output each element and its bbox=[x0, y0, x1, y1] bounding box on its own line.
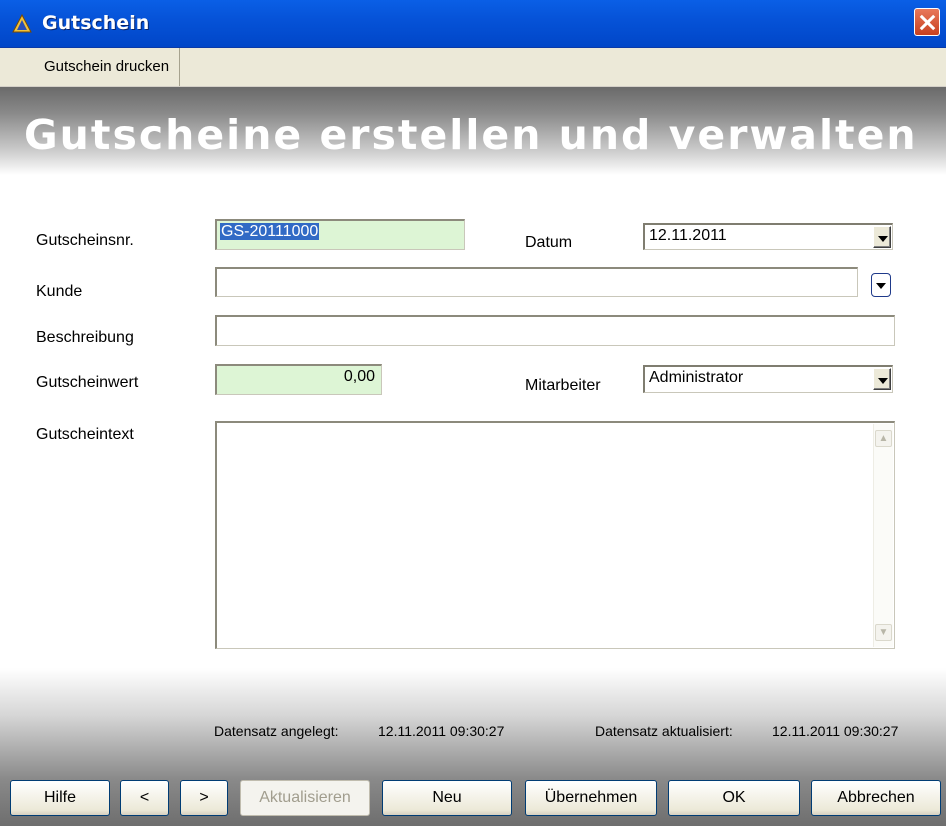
kunde-label: Kunde bbox=[36, 283, 83, 300]
help-button[interactable]: Hilfe bbox=[10, 780, 110, 816]
page-header: Gutscheine erstellen und verwalten bbox=[0, 87, 946, 175]
ok-button[interactable]: OK bbox=[668, 780, 800, 816]
gutscheinsnr-field[interactable]: GS-20111000 bbox=[215, 219, 465, 250]
updated-label: Datensatz aktualisiert: bbox=[595, 723, 733, 739]
next-button[interactable]: > bbox=[180, 780, 228, 816]
vertical-scrollbar[interactable]: ▲ ▼ bbox=[873, 424, 893, 647]
page-title: Gutscheine erstellen und verwalten bbox=[24, 111, 918, 159]
gutscheinsnr-value: GS-20111000 bbox=[220, 223, 320, 240]
previous-button[interactable]: < bbox=[120, 780, 169, 816]
mitarbeiter-label: Mitarbeiter bbox=[525, 377, 601, 394]
menu-bar: Gutschein drucken bbox=[0, 48, 946, 87]
chevron-down-icon bbox=[878, 378, 888, 384]
beschreibung-label: Beschreibung bbox=[36, 329, 134, 346]
datum-dropdown-arrow[interactable] bbox=[873, 226, 891, 248]
new-button[interactable]: Neu bbox=[382, 780, 512, 816]
gutscheinwert-label: Gutscheinwert bbox=[36, 374, 139, 391]
gutscheinsnr-label: Gutscheinsnr. bbox=[36, 232, 134, 249]
gutscheinwert-field[interactable]: 0,00 bbox=[215, 364, 382, 395]
scroll-down-icon[interactable]: ▼ bbox=[875, 624, 892, 641]
scroll-up-icon[interactable]: ▲ bbox=[875, 430, 892, 447]
close-icon[interactable] bbox=[914, 8, 940, 36]
menu-item-gutschein-drucken[interactable]: Gutschein drucken bbox=[30, 48, 181, 86]
datum-value: 12.11.2011 bbox=[649, 227, 727, 244]
app-icon bbox=[12, 14, 32, 33]
datum-label: Datum bbox=[525, 234, 573, 251]
refresh-button[interactable]: Aktualisieren bbox=[240, 780, 370, 816]
chevron-down-icon bbox=[878, 236, 888, 242]
created-value: 12.11.2011 09:30:27 bbox=[378, 723, 505, 739]
window-title: Gutschein bbox=[42, 12, 150, 34]
created-label: Datensatz angelegt: bbox=[214, 723, 339, 739]
mitarbeiter-combo[interactable]: Administrator bbox=[643, 365, 893, 393]
kunde-dropdown-button[interactable] bbox=[871, 273, 891, 297]
gutscheintext-textarea[interactable]: ▲ ▼ bbox=[215, 421, 895, 649]
mitarbeiter-value: Administrator bbox=[649, 369, 744, 386]
chevron-down-icon bbox=[876, 283, 886, 289]
title-bar[interactable]: Gutschein bbox=[0, 0, 946, 48]
updated-value: 12.11.2011 09:30:27 bbox=[772, 723, 899, 739]
mitarbeiter-dropdown-arrow[interactable] bbox=[873, 368, 891, 390]
kunde-field[interactable] bbox=[215, 267, 858, 297]
apply-button[interactable]: Übernehmen bbox=[525, 780, 657, 816]
datum-combo[interactable]: 12.11.2011 bbox=[643, 223, 893, 250]
beschreibung-field[interactable] bbox=[215, 315, 895, 346]
cancel-button[interactable]: Abbrechen bbox=[811, 780, 941, 816]
gutscheintext-label: Gutscheintext bbox=[36, 426, 134, 443]
